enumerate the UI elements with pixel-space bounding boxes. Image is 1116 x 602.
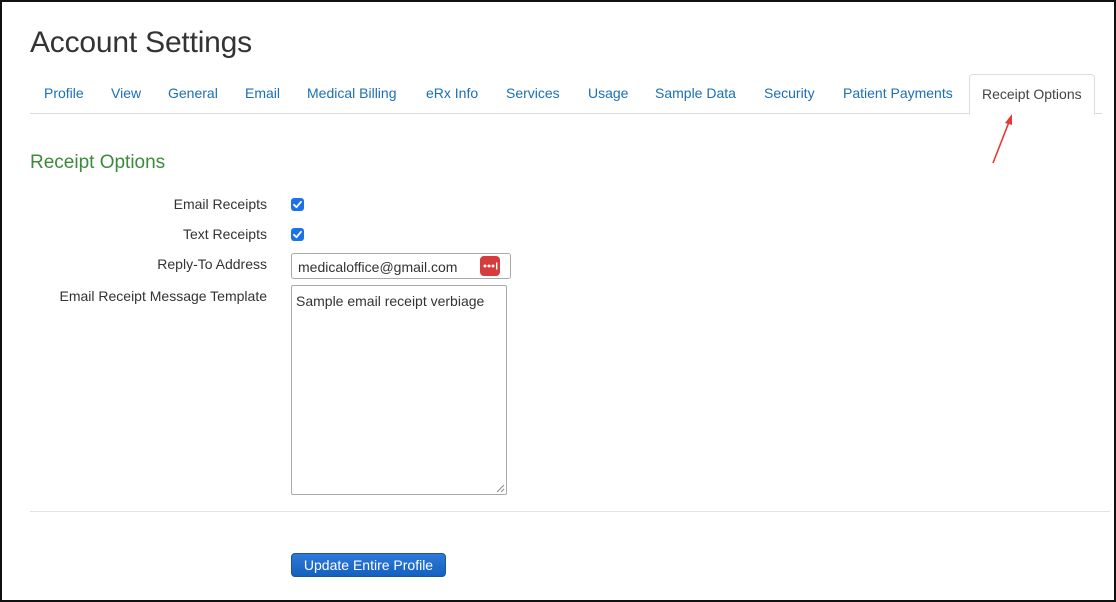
template-label: Email Receipt Message Template: [59, 288, 267, 304]
tab-erx-info[interactable]: eRx Info: [426, 73, 478, 113]
template-textarea[interactable]: Sample email receipt verbiage: [291, 285, 507, 495]
text-receipts-checkbox[interactable]: [291, 228, 304, 241]
window-frame: Account Settings Profile View General Em…: [0, 0, 1116, 602]
divider: [30, 511, 1110, 512]
tab-security[interactable]: Security: [764, 73, 815, 113]
template-value: Sample email receipt verbiage: [296, 293, 485, 309]
email-receipts-label: Email Receipts: [173, 196, 267, 212]
tab-medical-billing[interactable]: Medical Billing: [307, 73, 396, 113]
tab-receipt-options[interactable]: Receipt Options: [969, 74, 1095, 115]
tab-profile[interactable]: Profile: [44, 73, 84, 113]
tab-services[interactable]: Services: [506, 73, 560, 113]
resize-grip-icon[interactable]: [496, 484, 505, 493]
checkmark-icon: [293, 230, 302, 239]
red-arrow-icon: [992, 114, 1012, 164]
tab-sample-data[interactable]: Sample Data: [655, 73, 736, 113]
text-receipts-label: Text Receipts: [182, 226, 267, 242]
checkmark-icon: [293, 200, 302, 209]
section-title: Receipt Options: [30, 152, 166, 173]
update-entire-profile-button[interactable]: Update Entire Profile: [291, 553, 446, 577]
tab-general[interactable]: General: [168, 73, 218, 113]
page-title: Account Settings: [30, 26, 252, 59]
tab-bar: Profile View General Email Medical Billi…: [30, 73, 1102, 115]
tab-usage[interactable]: Usage: [588, 73, 628, 113]
reply-to-value: medicaloffice@gmail.com: [298, 259, 458, 275]
email-receipts-checkbox[interactable]: [291, 198, 304, 211]
tab-view[interactable]: View: [111, 73, 141, 113]
tab-email[interactable]: Email: [245, 73, 280, 113]
tab-patient-payments[interactable]: Patient Payments: [843, 73, 953, 113]
reply-to-label: Reply-To Address: [157, 256, 267, 272]
password-manager-icon[interactable]: [480, 256, 500, 276]
reply-to-input[interactable]: medicaloffice@gmail.com: [291, 253, 511, 279]
